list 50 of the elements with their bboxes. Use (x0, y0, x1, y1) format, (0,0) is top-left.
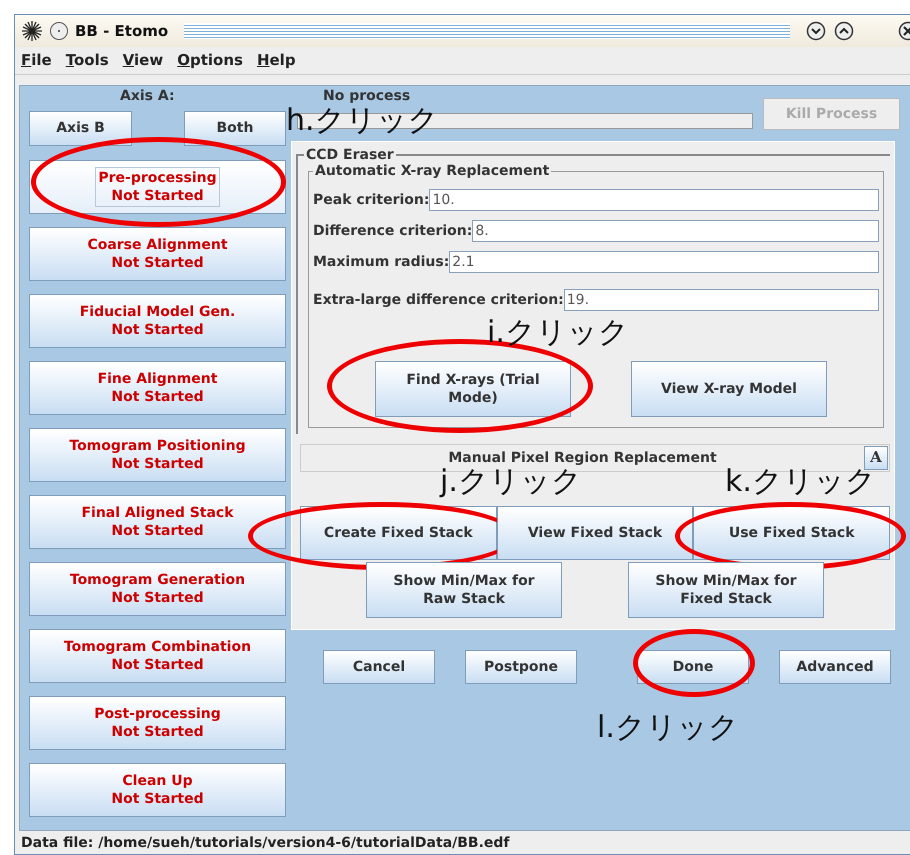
sidebar-item[interactable]: Fiducial Model Gen. Not Started (29, 294, 286, 348)
menu-item[interactable]: View (122, 49, 164, 72)
process-status: No process (323, 87, 410, 106)
field-label: Peak criterion: (313, 190, 430, 210)
menu-item[interactable]: Options (177, 49, 243, 72)
field-label: Maximum radius: (313, 252, 450, 272)
annotation-label: i.クリック (487, 318, 629, 348)
annotation-label: l.クリック (597, 713, 739, 743)
input-field[interactable]: 2.1 (449, 251, 879, 273)
input-field[interactable]: 10. (429, 189, 879, 211)
action-button[interactable]: Show Min/Max for Fixed Stack (628, 562, 824, 618)
action-button[interactable]: View Fixed Stack (496, 506, 694, 560)
sidebar-item[interactable]: Coarse Alignment Not Started (29, 227, 286, 281)
action-button[interactable]: Use Fixed Stack (693, 506, 890, 560)
toggle-button[interactable]: A (864, 446, 888, 470)
maximize-icon[interactable] (834, 21, 854, 41)
menu-item[interactable]: Tools (66, 49, 109, 72)
sidebar-item[interactable]: Fine Alignment Not Started (29, 361, 286, 415)
action-button[interactable]: Show Min/Max for Raw Stack (366, 562, 562, 618)
sticky-icon[interactable] (49, 21, 69, 41)
action-button[interactable]: Create Fixed Stack (300, 506, 497, 560)
axis-button[interactable]: Both (184, 111, 286, 146)
axis-label: Axis A: (120, 87, 175, 106)
action-button[interactable]: Postpone (465, 650, 577, 684)
window-menu-icon[interactable] (21, 20, 43, 42)
axis-button[interactable]: Axis B (29, 111, 132, 146)
sidebar-item[interactable]: Tomogram Generation Not Started (29, 562, 286, 616)
sidebar-item[interactable]: Pre-processing Not Started (29, 160, 286, 214)
field-label: Difference criterion: (313, 222, 472, 240)
action-button[interactable]: View X-ray Model (631, 361, 827, 417)
sidebar-item[interactable]: Post-processing Not Started (29, 696, 286, 750)
action-button[interactable]: Cancel (323, 650, 435, 684)
input-field[interactable]: 8. (472, 220, 879, 242)
section-title: CCD Eraser (305, 148, 395, 162)
status-text: Data file: /home/sueh/tutorials/version4-6/tutorialData/BB.edf (20, 834, 511, 853)
action-button[interactable]: Advanced (779, 650, 891, 684)
menu-item[interactable]: File (21, 49, 52, 72)
minimize-icon[interactable] (806, 21, 826, 41)
sidebar-item[interactable]: Clean Up Not Started (29, 763, 286, 817)
section-title: Manual Pixel Region Replacement (447, 448, 718, 468)
action-button[interactable]: Done (637, 650, 749, 684)
window-title: BB - Etomo (75, 20, 168, 42)
sidebar-item[interactable]: Final Aligned Stack Not Started (29, 495, 286, 549)
sidebar-item[interactable]: Tomogram Combination Not Started (29, 629, 286, 683)
action-button[interactable]: Find X-rays (Trial Mode) (375, 361, 571, 417)
field-label: Extra-large difference criterion: (313, 290, 564, 310)
section-title: Automatic X-ray Replacement (314, 164, 550, 178)
menu-item[interactable]: Help (256, 49, 296, 72)
input-field[interactable]: 19. (564, 289, 879, 311)
sidebar-item[interactable]: Tomogram Positioning Not Started (29, 428, 286, 482)
